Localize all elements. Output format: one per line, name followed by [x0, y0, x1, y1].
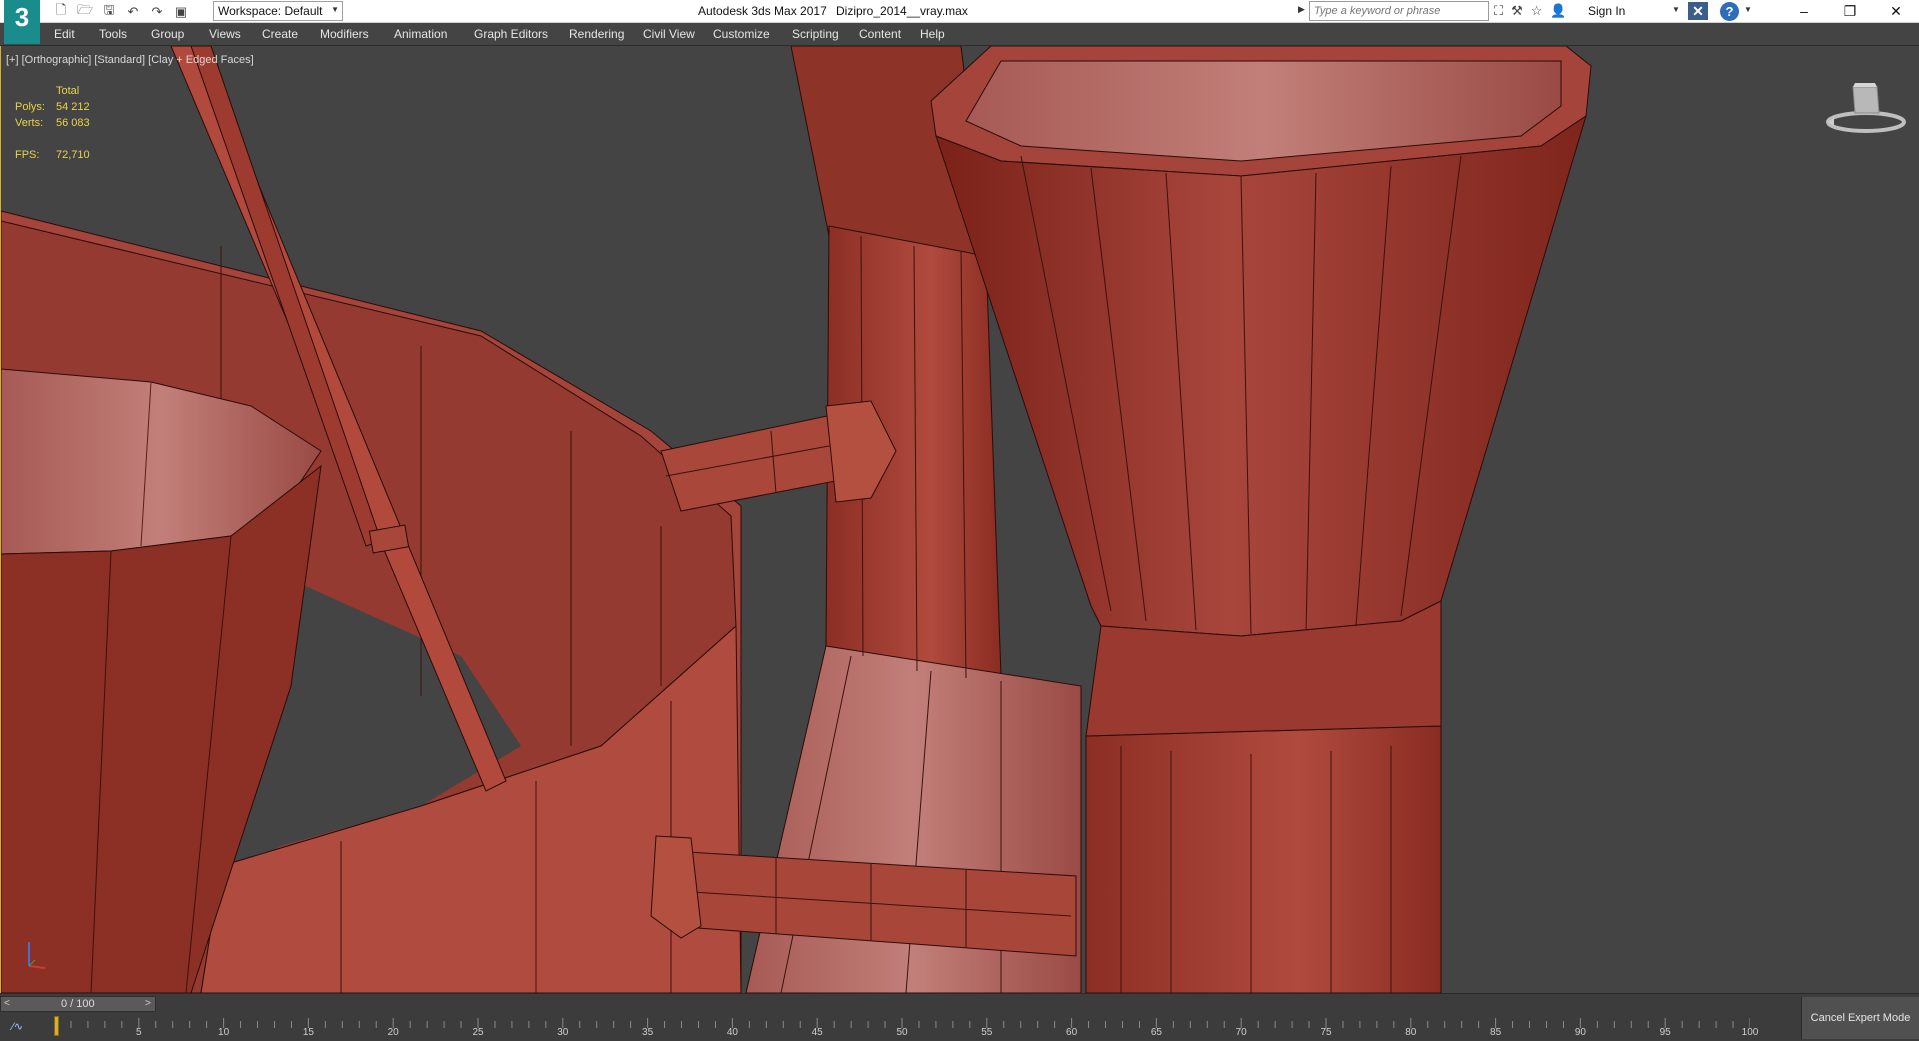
favorites-star-icon[interactable]: ☆ — [1531, 3, 1543, 19]
exchange-apps-icon[interactable]: ✕ — [1688, 2, 1708, 20]
fps-value: 72,710 — [56, 149, 90, 161]
cancel-expert-mode-button[interactable]: Cancel Expert Mode — [1801, 997, 1919, 1039]
chevron-down-icon[interactable]: ▼ — [1672, 5, 1680, 14]
next-frame-button[interactable]: > — [145, 998, 151, 1009]
search-tools: ⛶ ⚒ ☆ 👤 — [1494, 1, 1567, 21]
app-title: Autodesk 3ds Max 2017 — [698, 4, 827, 18]
timeline-tick-label: 75 — [1320, 1027, 1332, 1038]
user-icon[interactable]: 👤 — [1550, 3, 1566, 19]
timeline-tick-label: 70 — [1235, 1027, 1247, 1038]
polys-label: Polys: — [15, 101, 45, 113]
sign-in-button[interactable]: Sign In — [1588, 4, 1625, 18]
menu-help[interactable]: Help — [920, 27, 945, 41]
app-window: 3 🗋 🗁 🖫 ↶ ↷ ▣ Workspace: Default ▼ Autod… — [0, 0, 1919, 1041]
verts-value: 56 083 — [56, 117, 90, 129]
timeline-tick-label: 25 — [472, 1027, 484, 1038]
chevron-down-icon: ▼ — [331, 5, 339, 14]
timeline-tick-label: 35 — [642, 1027, 654, 1038]
timeline-tick-label: 55 — [981, 1027, 993, 1038]
timeline-tick-label: 45 — [811, 1027, 823, 1038]
verts-label: Verts: — [15, 117, 44, 129]
timeline-tick-label: 5 — [136, 1027, 142, 1038]
timeline-tick-label: 80 — [1405, 1027, 1417, 1038]
chevron-down-icon[interactable]: ▼ — [1744, 5, 1752, 14]
timeline-tick-label: 90 — [1574, 1027, 1586, 1038]
help-icon[interactable]: ? — [1720, 2, 1739, 21]
timeline-tick-label: 30 — [557, 1027, 569, 1038]
redo-icon[interactable]: ↷ — [146, 2, 168, 21]
curve-editor-icon[interactable]: ⁄∿ — [12, 1020, 23, 1033]
minimize-button[interactable]: – — [1781, 0, 1827, 22]
time-slider[interactable]: < 0 / 100 > — [0, 996, 156, 1012]
menu-views[interactable]: Views — [209, 27, 241, 41]
quick-access-toolbar: 🗋 🗁 🖫 ↶ ↷ ▣ — [50, 2, 192, 21]
menu-bar: Edit Tools Group Views Create Modifiers … — [0, 23, 1919, 46]
menu-civil-view[interactable]: Civil View — [643, 27, 695, 41]
timeline-panel: < 0 / 100 > ⁄∿ 5 10 15 20 25 30 35 40 45 50 55 60 65… — [0, 993, 1919, 1041]
menu-customize[interactable]: Customize — [713, 27, 770, 41]
viewport-label-menu[interactable]: [+] [Orthographic] [Standard] [Clay + Ed… — [6, 54, 254, 66]
open-file-icon[interactable]: 🗁 — [74, 2, 96, 21]
menu-scripting[interactable]: Scripting — [792, 27, 839, 41]
workspace-label: Workspace: Default — [218, 4, 323, 18]
project-folder-icon[interactable]: ▣ — [170, 2, 192, 21]
timeline-tick-label: 10 — [218, 1027, 230, 1038]
menu-modifiers[interactable]: Modifiers — [320, 27, 369, 41]
perspective-viewport[interactable]: [+] [Orthographic] [Standard] [Clay + Ed… — [0, 46, 1919, 993]
workspace-dropdown[interactable]: Workspace: Default ▼ — [213, 1, 343, 21]
undo-icon[interactable]: ↶ — [122, 2, 144, 21]
binoculars-icon[interactable]: ⛶ — [1494, 3, 1503, 19]
menu-group[interactable]: Group — [151, 27, 184, 41]
menu-tools[interactable]: Tools — [99, 27, 127, 41]
timeline-tick-label: 15 — [302, 1027, 314, 1038]
menu-content[interactable]: Content — [859, 27, 901, 41]
menu-create[interactable]: Create — [262, 27, 298, 41]
polys-value: 54 212 — [56, 101, 90, 113]
menu-animation[interactable]: Animation — [394, 27, 447, 41]
menu-rendering[interactable]: Rendering — [569, 27, 624, 41]
timeline-tick-label: 65 — [1150, 1027, 1162, 1038]
timeline-tick-label: 40 — [726, 1027, 738, 1038]
time-slider-label: 0 / 100 — [61, 998, 95, 1010]
save-file-icon[interactable]: 🖫 — [98, 2, 120, 21]
new-file-icon[interactable]: 🗋 — [50, 2, 72, 21]
timeline-tick-label: 20 — [387, 1027, 399, 1038]
timeline-tick-label: 95 — [1659, 1027, 1671, 1038]
stats-header: Total — [56, 85, 80, 97]
close-button[interactable]: ✕ — [1873, 0, 1919, 22]
restore-button[interactable]: ❐ — [1827, 0, 1873, 22]
upper-peg-mesh[interactable] — [660, 400, 897, 512]
app-logo-icon[interactable]: 3 — [4, 0, 40, 44]
menu-edit[interactable]: Edit — [54, 27, 75, 41]
timeline-tick-label: 100 — [1741, 1027, 1759, 1038]
current-frame-marker[interactable] — [54, 1016, 59, 1036]
viewcube-icon[interactable] — [1821, 81, 1911, 141]
fps-label: FPS: — [15, 149, 40, 161]
timeline-tick-label: 60 — [1066, 1027, 1078, 1038]
menu-graph-editors[interactable]: Graph Editors — [474, 27, 548, 41]
timeline-tick-label: 85 — [1490, 1027, 1502, 1038]
viewport-scene[interactable] — [1, 46, 1919, 993]
file-name: Dizipro_2014__vray.max — [836, 4, 968, 18]
timeline-tick-label: 50 — [896, 1027, 908, 1038]
prev-frame-button[interactable]: < — [4, 998, 10, 1009]
subscription-icon[interactable]: ⚒ — [1511, 3, 1523, 19]
search-expand-icon[interactable]: ▶ — [1298, 4, 1305, 15]
search-input[interactable] — [1309, 1, 1489, 21]
axis-tripod-icon — [28, 942, 46, 969]
title-bar: 3 🗋 🗁 🖫 ↶ ↷ ▣ Workspace: Default ▼ Autod… — [0, 0, 1919, 44]
